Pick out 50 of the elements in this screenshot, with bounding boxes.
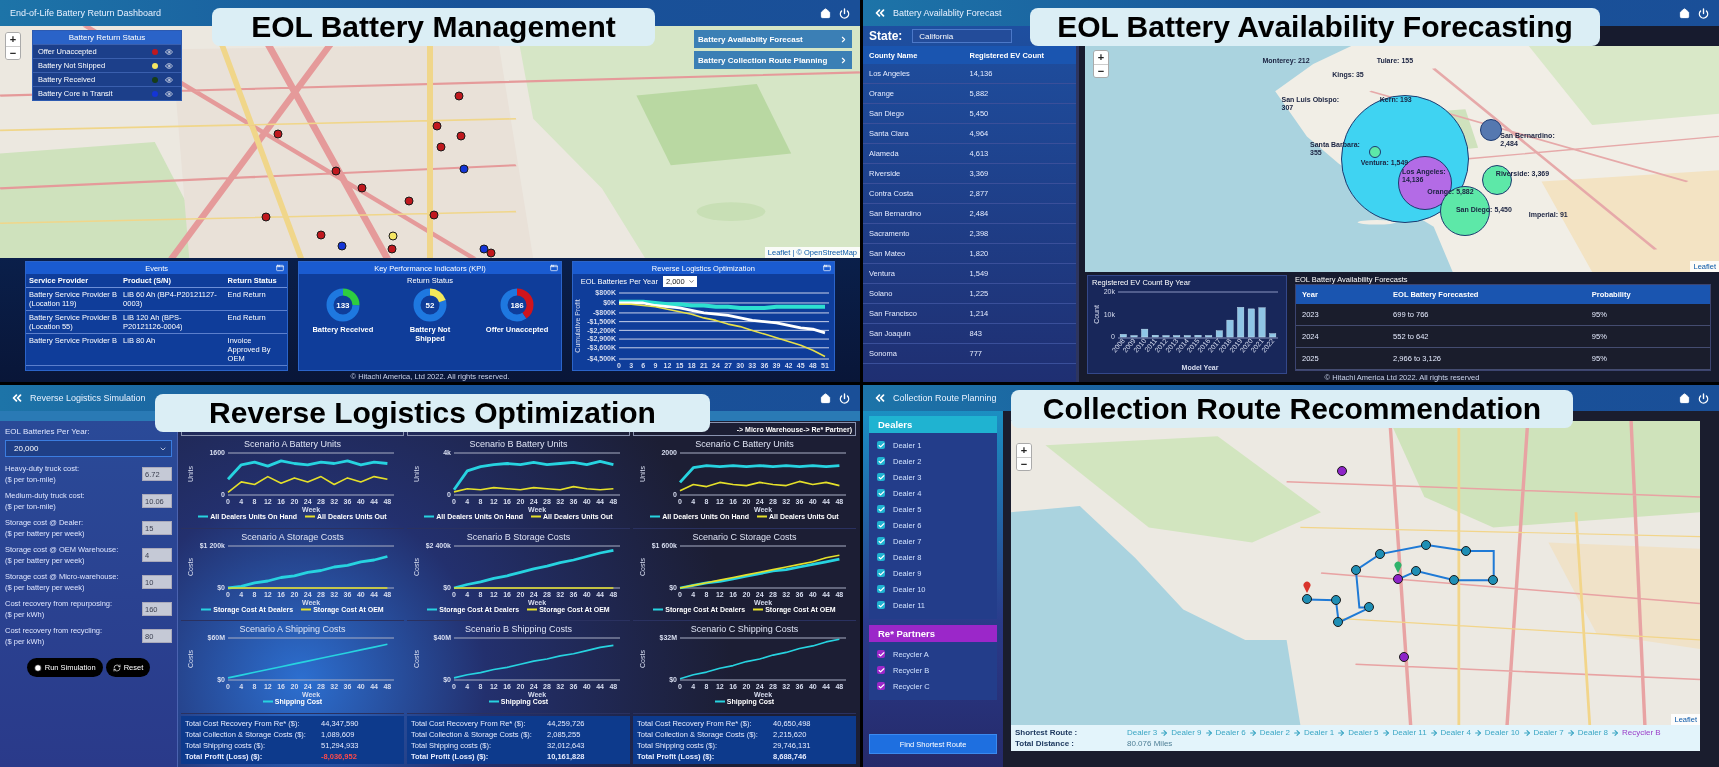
chart-title: Scenario A Shipping Costs — [239, 624, 346, 635]
batteries-select[interactable]: 20,000 — [5, 440, 172, 457]
chart-title: Scenario A Battery Units — [243, 439, 342, 449]
nav-button[interactable]: Battery Collection Route Planning — [694, 51, 852, 69]
caption-banner: Collection Route Recommendation — [1011, 390, 1573, 428]
group-header: Dealers — [869, 416, 997, 433]
chart-title: Scenario B Storage Costs — [466, 531, 571, 542]
nav-button[interactable]: Battery Availablity Forecast — [694, 30, 852, 48]
chart-title: Scenario B Battery Units — [469, 439, 568, 449]
caption-banner: EOL Battery Availability Forecasting — [1030, 8, 1600, 46]
chart-title: Scenario C Shipping Costs — [690, 624, 799, 635]
field-label: State: — [869, 29, 903, 43]
chart-title: Scenario C Battery Units — [695, 439, 794, 449]
chart-title: Scenario B Shipping Costs — [464, 624, 573, 635]
route-stop: Dealer 7 — [1533, 728, 1564, 737]
route-stop: Dealer 2 — [1259, 728, 1290, 737]
route-stop: Dealer 3 — [1127, 728, 1158, 737]
caption-banner: Reverse Logistics Optimization — [155, 394, 710, 432]
route-stop: Dealer 1 — [1304, 728, 1335, 737]
window-title: Battery Availablity Forecast — [893, 8, 1002, 18]
route-stop: Dealer 8 — [1577, 728, 1609, 737]
route-stop: Dealer 10 — [1484, 728, 1520, 737]
window-title: Reverse Logistics Simulation — [30, 393, 146, 403]
gauge-value: 52 — [425, 300, 435, 310]
zoom-button[interactable]: − — [6, 46, 20, 59]
gauge-value: 186 — [510, 300, 524, 310]
zoom-button[interactable]: − — [1094, 64, 1108, 77]
zoom-button[interactable]: + — [6, 33, 20, 46]
zoom-button[interactable]: + — [1017, 444, 1031, 457]
route-stop: Dealer 9 — [1171, 728, 1202, 737]
group-header: Re* Partners — [869, 625, 997, 642]
chart-title: Scenario C Storage Costs — [692, 531, 797, 542]
zoom-button[interactable]: + — [1094, 51, 1108, 64]
route-stop: Dealer 5 — [1348, 728, 1379, 737]
window-title: Collection Route Planning — [893, 393, 997, 403]
zoom-button[interactable]: − — [1017, 457, 1031, 470]
route-stop: Dealer 4 — [1440, 728, 1471, 737]
route-stop: Dealer 6 — [1215, 728, 1246, 737]
distance-value: 80.076 Miles — [1127, 739, 1174, 748]
field-label: EOL Batteries Per Year: — [5, 427, 91, 436]
gauge-value: 133 — [336, 300, 350, 310]
info-label: Shortest Route : — [1015, 728, 1079, 737]
chart-title: Scenario A Storage Costs — [241, 531, 344, 542]
caption-banner: EOL Battery Management — [212, 8, 655, 46]
state-select[interactable]: California — [912, 29, 1013, 43]
route-stop: Dealer 11 — [1392, 728, 1427, 737]
route-stop: Recycler B — [1622, 728, 1661, 737]
info-label: Total Distance : — [1015, 739, 1075, 748]
window-title: End-of-Life Battery Return Dashboard — [10, 8, 162, 18]
legend-title: Battery Return Status — [33, 31, 181, 44]
